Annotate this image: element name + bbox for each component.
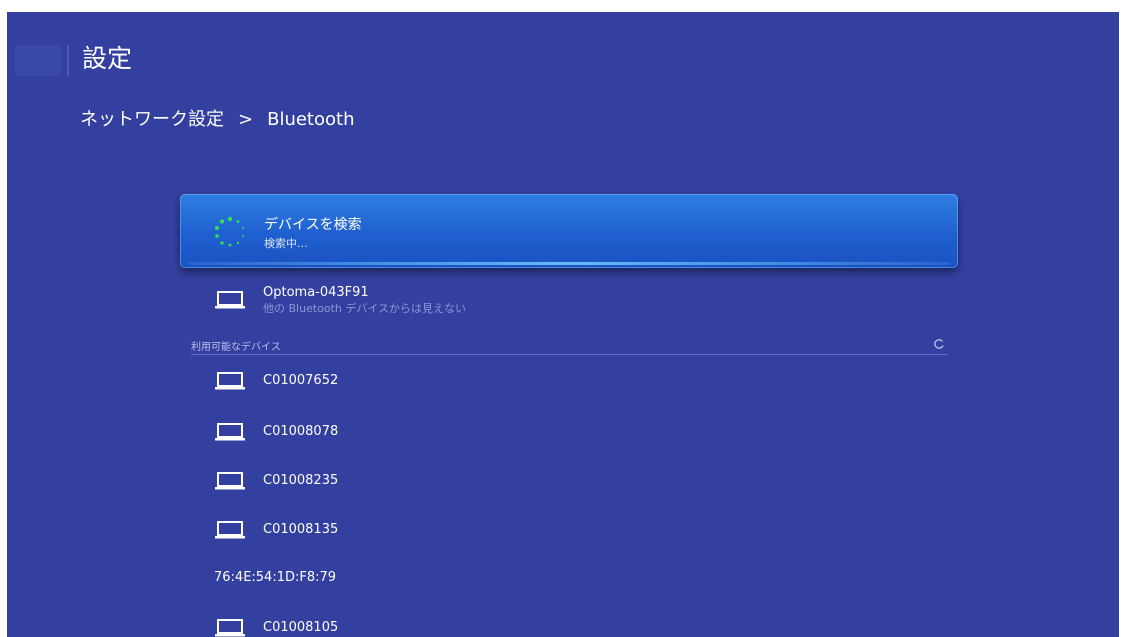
breadcrumb-separator: > [238, 109, 254, 130]
laptop-icon [215, 472, 245, 490]
laptop-icon [215, 372, 245, 390]
laptop-icon [215, 290, 245, 308]
device-name: C01008078 [263, 424, 339, 439]
available-devices-label: 利用可能なデバイス [191, 342, 281, 353]
this-device-visibility: 他の Bluetooth デバイスからは見えない [263, 302, 467, 315]
breadcrumb-current: Bluetooth [267, 109, 355, 130]
device-row[interactable]: C01008135 [214, 520, 338, 540]
focus-glow [188, 262, 950, 265]
device-row[interactable]: C01008235 [214, 471, 338, 491]
section-divider [191, 354, 948, 355]
laptop-icon [215, 521, 245, 539]
device-row[interactable]: C01007652 [214, 371, 338, 391]
settings-screen: 設定 ネットワーク設定 > Bluetooth デバイスを検索 検索中... O… [7, 12, 1119, 637]
page-title: 設定 [82, 44, 133, 73]
search-title: デバイスを検索 [264, 217, 362, 233]
laptop-icon [215, 619, 245, 637]
device-row[interactable]: C01008078 [214, 422, 338, 442]
breadcrumb: ネットワーク設定 > Bluetooth [80, 108, 354, 132]
device-name: C01008105 [263, 620, 339, 635]
header-divider [67, 45, 69, 76]
device-name: C01007652 [263, 373, 339, 388]
laptop-icon [215, 423, 245, 441]
device-name: 76:4E:54:1D:F8:79 [214, 570, 337, 585]
breadcrumb-parent[interactable]: ネットワーク設定 [80, 108, 224, 132]
device-row[interactable]: 76:4E:54:1D:F8:79 [214, 569, 336, 587]
this-device-row[interactable]: Optoma-043F91 他の Bluetooth デバイスからは見えない [214, 284, 466, 315]
loading-spinner-icon [215, 216, 244, 247]
search-devices-button[interactable]: デバイスを検索 検索中... [180, 194, 958, 268]
device-name: C01008235 [263, 473, 339, 488]
search-status: 検索中... [264, 237, 308, 250]
device-row[interactable]: C01008105 [214, 618, 338, 637]
device-name: C01008135 [263, 522, 339, 537]
refresh-icon[interactable] [933, 338, 945, 350]
logo-placeholder [15, 45, 61, 76]
this-device-name: Optoma-043F91 [263, 285, 369, 300]
